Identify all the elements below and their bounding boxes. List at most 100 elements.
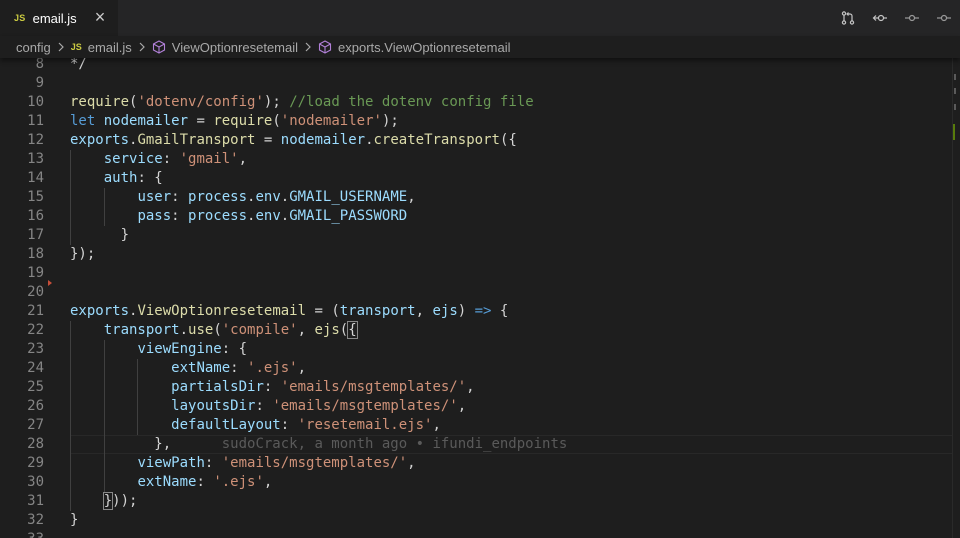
code-line[interactable]: 11 let nodemailer = require('nodemailer')… [0, 112, 952, 131]
code-line[interactable]: 15 user: process.env.GMAIL_USERNAME, [0, 188, 952, 207]
code-line[interactable]: 28 }, sudoCrack, a month ago • ifundi_en… [0, 435, 952, 454]
code-text: user: process.env.GMAIL_USERNAME, [70, 188, 415, 207]
code-text: auth: { [70, 169, 163, 188]
code-line[interactable]: 10 require('dotenv/config'); //load the d… [0, 93, 952, 112]
code-token: extName [137, 474, 197, 490]
code-line[interactable]: 22 transport.use('compile', ejs({ [0, 321, 952, 340]
code-token: 'gmail' [179, 151, 239, 167]
code-token: ( [272, 113, 281, 129]
code-line[interactable]: 14 auth: { [0, 169, 952, 188]
code-line[interactable]: 33 [0, 530, 952, 538]
breadcrumb-file[interactable]: JS email.js [71, 40, 132, 55]
code-token: '.ejs' [213, 474, 264, 490]
code-line[interactable]: 23 viewEngine: { [0, 340, 952, 359]
chevron-right-icon [138, 42, 146, 52]
code-token: ) [457, 303, 475, 319]
code-token: }, [70, 436, 172, 452]
code-token: 'compile' [221, 322, 298, 338]
code-token: layoutsDir [171, 398, 256, 414]
code-token: 'resetemail.ejs' [297, 417, 433, 433]
code-text: let nodemailer = require('nodemailer'); [70, 112, 399, 131]
code-text: extName: '.ejs', [70, 473, 272, 492]
code-token: GMAIL_USERNAME [289, 189, 408, 205]
code-token: '.ejs' [247, 360, 298, 376]
editor-scrollbar[interactable] [952, 58, 960, 538]
code-line[interactable]: 19 [0, 264, 952, 283]
code-line[interactable]: 9 [0, 74, 952, 93]
indent-guide [70, 150, 71, 245]
code-token: => [474, 303, 492, 319]
code-line[interactable]: 16 pass: process.env.GMAIL_PASSWORD [0, 207, 952, 226]
symbol-method-icon [152, 40, 166, 54]
code-line[interactable]: 20 [0, 283, 952, 302]
code-line[interactable]: 24 extName: '.ejs', [0, 359, 952, 378]
code-editor[interactable]: 8 */9 10 require('dotenv/config'); //load t… [0, 58, 952, 538]
code-line[interactable]: 29 viewPath: 'emails/msgtemplates/', [0, 454, 952, 473]
line-number: 33 [0, 530, 44, 538]
tab-email-js[interactable]: JS email.js × [0, 0, 118, 36]
code-text: }, sudoCrack, a month ago • ifundi_endpo… [70, 435, 567, 454]
line-number: 21 [27, 303, 44, 319]
line-number: 16 [27, 208, 44, 224]
code-token: . [365, 132, 374, 148]
code-token: exports [70, 303, 130, 319]
js-file-icon: JS [70, 42, 82, 52]
code-token: , [407, 455, 416, 471]
overview-mark [954, 104, 956, 110]
code-token: GmailTransport [137, 132, 256, 148]
code-line[interactable]: 12 exports.GmailTransport = nodemailer.cr… [0, 131, 952, 150]
code-text: layoutsDir: 'emails/msgtemplates/', [70, 397, 466, 416]
deleted-lines-marker[interactable] [48, 280, 52, 286]
code-token: process [188, 208, 248, 224]
code-line[interactable]: 26 layoutsDir: 'emails/msgtemplates/', [0, 397, 952, 416]
code-token: 'emails/msgtemplates/' [280, 379, 467, 395]
code-token: 'emails/msgtemplates/' [272, 398, 458, 414]
close-icon[interactable]: × [92, 8, 108, 26]
code-text: } [70, 226, 129, 245]
code-line[interactable]: 30 extName: '.ejs', [0, 473, 952, 492]
code-token: require [213, 113, 273, 129]
git-compare-icon[interactable] [864, 0, 896, 36]
git-next-icon[interactable] [928, 0, 960, 36]
line-number: 13 [27, 151, 44, 167]
indent-guide [103, 340, 105, 492]
code-text: pass: process.env.GMAIL_PASSWORD [70, 207, 407, 226]
code-token: viewEngine [137, 341, 222, 357]
line-number: 23 [27, 341, 44, 357]
code-token: . [179, 322, 189, 338]
code-text: viewPath: 'emails/msgtemplates/', [70, 454, 416, 473]
breadcrumb-symbol[interactable]: ViewOptionresetemail [152, 40, 298, 55]
breadcrumb-folder[interactable]: config [16, 40, 51, 55]
code-token: ViewOptionresetemail [137, 303, 307, 319]
code-line[interactable]: 17 } [0, 226, 952, 245]
code-text: transport.use('compile', ejs({ [70, 321, 358, 340]
code-line[interactable]: 27 defaultLayout: 'resetemail.ejs', [0, 416, 952, 435]
code-token: = ( [306, 303, 340, 319]
open-changes-icon[interactable] [832, 0, 864, 36]
code-line[interactable]: 18}); [0, 245, 952, 264]
code-line[interactable]: 21 exports.ViewOptionresetemail = (transp… [0, 302, 952, 321]
code-line[interactable]: 25 partialsDir: 'emails/msgtemplates/', [0, 378, 952, 397]
code-line[interactable]: 31 })); [0, 492, 952, 511]
git-previous-icon[interactable] [896, 0, 928, 36]
breadcrumb-folder-label: config [16, 39, 51, 55]
breadcrumb-symbol-exports-label: exports.ViewOptionresetemail [338, 39, 511, 55]
code-line[interactable]: 32} [0, 511, 952, 530]
code-token: ( [213, 322, 222, 338]
code-text: viewEngine: { [70, 340, 247, 359]
line-number: 15 [27, 189, 44, 205]
breadcrumb-symbol-exports[interactable]: exports.ViewOptionresetemail [318, 40, 510, 55]
code-token: createTransport [373, 132, 500, 148]
tab-label: email.js [32, 10, 77, 26]
code-line[interactable]: 13 service: 'gmail', [0, 150, 952, 169]
code-token: transport [339, 303, 416, 319]
code-text: exports.ViewOptionresetemail = (transpor… [70, 302, 508, 321]
code-text: service: 'gmail', [70, 150, 247, 169]
code-token: : [162, 151, 180, 167]
code-text: extName: '.ejs', [70, 359, 306, 378]
code-text: require('dotenv/config'); //load the dot… [70, 93, 534, 112]
code-line[interactable]: 8 */ [0, 58, 952, 74]
